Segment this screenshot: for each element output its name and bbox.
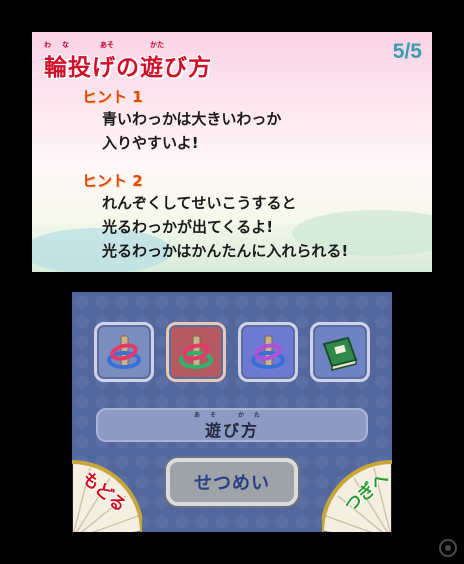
back-fan-button[interactable]: もどる (72, 458, 144, 532)
ring-toss-icon (179, 335, 213, 369)
howto-furigana: あそ かた (193, 411, 271, 419)
ring-toss-icon (251, 335, 285, 369)
item-slot-purple-ring-toss[interactable] (238, 322, 298, 382)
hint-line: 青いわっかは大きいわっか (102, 110, 282, 128)
hint-heading: ヒント 1 (82, 88, 143, 106)
hint-line: 光るわっかはかんたんに入れられる! (102, 242, 349, 260)
bottom-screen: あそ かた 遊び方 せつめい もどる つぎへ (72, 292, 392, 532)
ring-toss-icon (107, 335, 141, 369)
title-furigana: わ な あそ かた (44, 41, 164, 49)
hint-block-2: ヒント 2 れんぞくしてせいこうすると 光るわっかが出てくるよ! 光るわっかはか… (82, 170, 348, 263)
item-slot-blue-ring-toss[interactable] (94, 322, 154, 382)
hint-line: 光るわっかが出てくるよ! (102, 218, 274, 236)
title-area: わ な あそ かた 輪投げの遊び方 (44, 40, 212, 82)
hint-line: 入りやすいよ! (102, 134, 199, 152)
item-slot-green-ring-toss[interactable] (166, 322, 226, 382)
hint-heading: ヒント 2 (82, 172, 143, 190)
watermark-icon (439, 539, 457, 557)
item-slot-rules-book[interactable] (310, 322, 370, 382)
top-screen: わ な あそ かた 輪投げの遊び方 5/5 ヒント 1 青いわっかは大きいわっか… (32, 32, 432, 272)
howto-label-bar: あそ かた 遊び方 (96, 408, 368, 442)
page-title: 輪投げの遊び方 (44, 55, 212, 81)
howto-label: 遊び方 (204, 420, 259, 440)
book-icon (322, 336, 358, 371)
hint-block-1: ヒント 1 青いわっかは大きいわっか 入りやすいよ! (82, 86, 281, 155)
next-fan-button[interactable]: つぎへ (320, 458, 392, 532)
explain-button-label: せつめい (194, 473, 270, 494)
explain-button[interactable]: せつめい (166, 458, 298, 506)
page-indicator: 5/5 (392, 40, 422, 63)
hint-line: れんぞくしてせいこうすると (102, 194, 297, 212)
item-row (94, 322, 370, 382)
